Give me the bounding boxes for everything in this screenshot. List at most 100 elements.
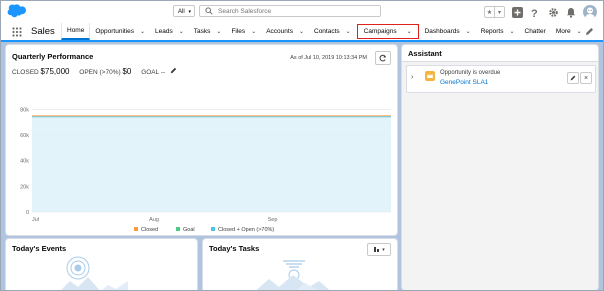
chevron-down-icon[interactable]: ⌄	[179, 28, 184, 35]
tab-leads[interactable]: Leads ⌄	[150, 23, 189, 40]
tab-more[interactable]: More ⌄	[551, 23, 587, 40]
open-value: $0	[122, 67, 132, 76]
tab-opportunities[interactable]: Opportunities ⌄	[90, 23, 150, 40]
legend-swatch	[211, 227, 215, 231]
closed-value: $75,000	[40, 67, 70, 76]
help-icon[interactable]: ?	[529, 6, 541, 18]
tab-tasks[interactable]: Tasks ⌄	[189, 23, 227, 40]
closed-open-area	[32, 115, 391, 212]
chevron-down-icon[interactable]: ⌄	[346, 28, 351, 35]
global-header: All ▾ ★ ▾ ?	[1, 1, 603, 23]
tab-accounts[interactable]: Accounts ⌄	[261, 23, 309, 40]
legend-swatch	[176, 227, 180, 231]
legend-label: Goal	[183, 227, 195, 233]
assistant-item-text: Opportunity is overdue	[440, 70, 501, 76]
goal-label: GOAL	[141, 69, 160, 76]
header-utilities: ★ ▾ ?	[484, 4, 597, 20]
nav-tabs: Home Opportunities ⌄ Leads ⌄ Tasks ⌄ Files ⌄…	[61, 23, 587, 40]
tab-dashboards[interactable]: Dashboards ⌄	[420, 23, 476, 40]
edit-goal-pencil-icon[interactable]	[170, 67, 177, 74]
tab-chatter[interactable]: Chatter	[520, 23, 551, 40]
tab-label: Opportunities	[95, 28, 135, 35]
assistant-header: Assistant	[402, 45, 598, 62]
tab-files[interactable]: Files ⌄	[226, 23, 261, 40]
quarterly-performance-card: Quarterly Performance As of Jul 10, 2019…	[6, 45, 397, 235]
chevron-down-icon[interactable]: ⌄	[407, 28, 412, 35]
y-tick-label: 80k	[20, 107, 29, 113]
card-title: Today's Tasks	[209, 244, 260, 253]
search-scope-select[interactable]: All ▾	[173, 5, 195, 17]
tab-label: Contacts	[314, 28, 340, 35]
app-frame: All ▾ ★ ▾ ?	[0, 0, 604, 291]
x-tick-label: Aug	[149, 217, 159, 223]
refresh-icon	[379, 54, 386, 62]
edit-nav-pencil-icon[interactable]	[585, 27, 594, 36]
y-tick-label: 40k	[20, 159, 29, 165]
favorites-list-icon[interactable]: ▾	[494, 7, 504, 17]
assistant-panel: Assistant › Opportunity is overdue GeneP…	[402, 45, 598, 290]
tab-contacts[interactable]: Contacts ⌄	[309, 23, 356, 40]
tab-label: Accounts	[266, 28, 293, 35]
setup-gear-icon[interactable]	[547, 6, 559, 18]
chevron-down-icon: ▾	[188, 9, 191, 15]
tasks-illustration-icon	[256, 260, 330, 290]
edit-pencil-icon[interactable]	[567, 72, 579, 84]
refresh-button[interactable]	[375, 51, 391, 65]
chevron-down-icon: ▾	[382, 246, 385, 253]
global-actions-icon[interactable]	[511, 6, 523, 18]
svg-text:?: ?	[531, 8, 538, 18]
y-tick-label: 60k	[20, 133, 29, 139]
tab-reports[interactable]: Reports ⌄	[476, 23, 520, 40]
opportunity-crown-icon	[425, 71, 435, 81]
chevron-down-icon[interactable]: ⌄	[509, 28, 514, 35]
tab-label: Home	[67, 27, 85, 34]
tab-label: More	[555, 28, 571, 35]
user-avatar[interactable]	[583, 5, 597, 19]
tab-home[interactable]: Home	[61, 23, 91, 40]
todays-events-card: Today's Events	[6, 239, 197, 290]
dismiss-close-icon[interactable]: ×	[580, 72, 592, 84]
app-launcher-icon[interactable]	[12, 27, 22, 37]
favorite-star-icon[interactable]: ★	[485, 7, 494, 17]
chevron-down-icon[interactable]: ⌄	[299, 28, 304, 35]
tab-label: Files	[231, 28, 246, 35]
notifications-bell-icon[interactable]	[565, 6, 577, 18]
quarterly-performance-chart: 0 20k 40k 60k 80k Jul Aug Sep Closed Goal Closed +…	[20, 107, 391, 233]
search-icon	[205, 7, 213, 15]
tab-label: Leads	[155, 28, 173, 35]
closed-label: CLOSED	[12, 69, 39, 76]
tab-label: Dashboards	[424, 28, 460, 35]
calendar-illustration-icon	[61, 256, 128, 290]
card-title: Quarterly Performance	[12, 52, 94, 61]
search-box[interactable]	[199, 5, 381, 17]
assistant-item[interactable]: › Opportunity is overdue GenePoint SLA1 …	[406, 65, 596, 93]
chevron-down-icon[interactable]: ⌄	[466, 28, 471, 35]
tab-label: Tasks	[193, 28, 211, 35]
x-tick-label: Jul	[32, 217, 39, 223]
legend-label: Closed + Open (>70%)	[218, 227, 274, 233]
filter-icon	[374, 247, 380, 252]
tab-campaigns[interactable]: Campaigns ⌄	[356, 23, 420, 40]
global-search: All ▾	[173, 5, 381, 19]
y-tick-label: 20k	[20, 184, 29, 190]
salesforce-logo[interactable]	[6, 4, 28, 19]
task-filter-button[interactable]: ▾	[367, 243, 391, 256]
open-label: OPEN (>70%)	[79, 69, 121, 76]
todays-tasks-card: Today's Tasks ▾	[203, 239, 397, 290]
as-of-timestamp: As of Jul 10, 2019 10:13:34 PM	[290, 55, 367, 61]
search-scope-label: All	[178, 9, 185, 15]
tab-label: Campaigns	[363, 28, 397, 35]
chevron-down-icon[interactable]: ⌄	[216, 28, 221, 35]
expand-chevron-icon[interactable]: ›	[411, 74, 413, 81]
chevron-down-icon[interactable]: ⌄	[140, 28, 145, 35]
card-title: Today's Events	[12, 244, 67, 253]
assistant-title: Assistant	[408, 49, 442, 58]
legend-label: Closed	[141, 227, 158, 233]
chevron-down-icon[interactable]: ⌄	[251, 28, 256, 35]
x-tick-label: Sep	[268, 217, 278, 223]
goal-value: --	[160, 69, 166, 76]
search-input[interactable]	[218, 6, 368, 16]
performance-stats: CLOSED $75,000 OPEN (>70%) $0 GOAL --	[12, 67, 177, 76]
chevron-down-icon[interactable]: ⌄	[577, 28, 582, 35]
assistant-item-link[interactable]: GenePoint SLA1	[440, 79, 488, 86]
